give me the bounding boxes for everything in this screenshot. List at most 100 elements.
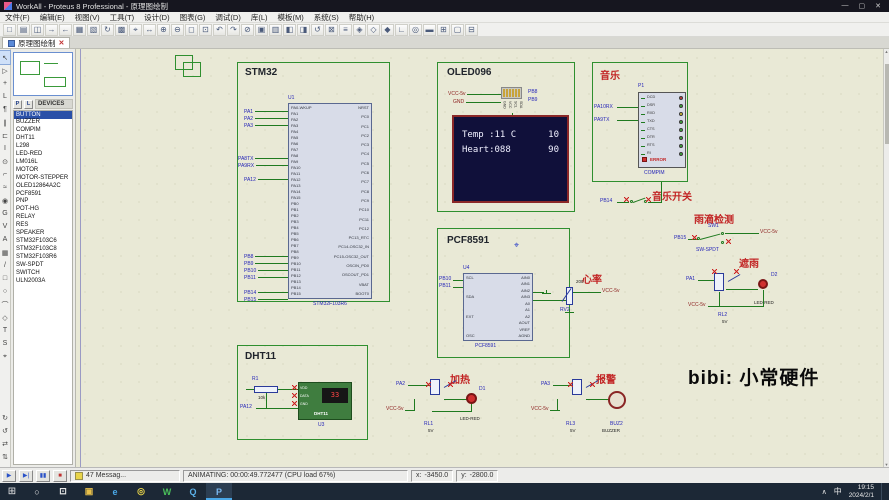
menu-item[interactable]: 调试(D) bbox=[210, 12, 245, 23]
box-2d-tool-icon[interactable]: □ bbox=[0, 272, 10, 285]
device-list-item[interactable]: L298 bbox=[14, 143, 72, 151]
grid-icon[interactable]: ▩ bbox=[115, 24, 128, 36]
task-view-icon[interactable]: ⊡ bbox=[50, 483, 76, 500]
scrollbar-thumb[interactable] bbox=[885, 64, 889, 144]
d2-led[interactable] bbox=[758, 279, 768, 289]
text-script-tool-icon[interactable]: ¶ bbox=[0, 103, 10, 116]
device-list-item[interactable]: BUTTON bbox=[14, 111, 72, 119]
qq-icon[interactable]: Q bbox=[180, 483, 206, 500]
block-copy-icon[interactable]: ◧ bbox=[283, 24, 296, 36]
file-explorer-icon[interactable]: ▣ bbox=[76, 483, 102, 500]
oled-display[interactable]: Temp :11 C10 Heart:08890 bbox=[452, 115, 569, 203]
chrome-browser-icon[interactable]: ◎ bbox=[128, 483, 154, 500]
zoom-area-icon[interactable]: ⊡ bbox=[199, 24, 212, 36]
tab-close-icon[interactable]: ✕ bbox=[59, 39, 65, 47]
copy-icon[interactable]: ▣ bbox=[255, 24, 268, 36]
start-button-icon[interactable]: ⊞ bbox=[0, 483, 24, 500]
rl3-relay[interactable] bbox=[572, 379, 582, 395]
device-list-item[interactable]: PNP bbox=[14, 198, 72, 206]
mark-region-icon[interactable]: ▧ bbox=[87, 24, 100, 36]
paste-icon[interactable]: ▥ bbox=[269, 24, 282, 36]
menu-item[interactable]: 工具(T) bbox=[105, 12, 140, 23]
packaging-icon[interactable]: ◇ bbox=[367, 24, 380, 36]
menu-item[interactable]: 系统(S) bbox=[309, 12, 344, 23]
symbol-2d-tool-icon[interactable]: S bbox=[0, 337, 10, 350]
menu-item[interactable]: 设计(D) bbox=[139, 12, 174, 23]
device-list-item[interactable]: STM32F103C6 bbox=[14, 238, 72, 246]
property-icon[interactable]: ▬ bbox=[423, 24, 436, 36]
block-move-icon[interactable]: ◨ bbox=[297, 24, 310, 36]
menu-item[interactable]: 模板(M) bbox=[273, 12, 309, 23]
schematic-canvas[interactable]: ⌖ STM32 U1 PA0-WKUPPA1PA2PA3PA4PA5PA6PA7… bbox=[76, 49, 883, 467]
circle-2d-tool-icon[interactable]: ○ bbox=[0, 285, 10, 298]
menu-item[interactable]: 图表(G) bbox=[175, 12, 211, 23]
tape-recorder-tool-icon[interactable]: ◉ bbox=[0, 194, 10, 207]
device-list-item[interactable]: SWITCH bbox=[14, 269, 72, 277]
pause-button[interactable]: ▮▮ bbox=[36, 470, 50, 482]
cut-icon[interactable]: ⊘ bbox=[241, 24, 254, 36]
remove-sheet-icon[interactable]: ⊟ bbox=[465, 24, 478, 36]
menu-item[interactable]: 帮助(H) bbox=[344, 12, 379, 23]
save-file-icon[interactable]: ◫ bbox=[31, 24, 44, 36]
device-list-item[interactable]: LM016L bbox=[14, 158, 72, 166]
device-list-item[interactable]: POT-HG bbox=[14, 206, 72, 214]
subcircuit-tool-icon[interactable]: ⊏ bbox=[0, 129, 10, 142]
block-delete-icon[interactable]: ⊠ bbox=[325, 24, 338, 36]
zoom-all-icon[interactable]: ◻ bbox=[185, 24, 198, 36]
instant-edit-tool-icon[interactable]: I bbox=[0, 142, 10, 155]
search-icon[interactable]: ○ bbox=[24, 483, 50, 500]
block-rotate-icon[interactable]: ↺ bbox=[311, 24, 324, 36]
junction-tool-icon[interactable]: + bbox=[0, 77, 10, 90]
play-button[interactable]: ▶ bbox=[2, 470, 16, 482]
mirror-y-icon[interactable]: ⇅ bbox=[0, 450, 10, 463]
export-icon[interactable]: ← bbox=[59, 24, 72, 36]
tray-chevron-icon[interactable]: ∧ bbox=[822, 488, 827, 496]
graph-tool-icon[interactable]: ≈ bbox=[0, 181, 10, 194]
text-2d-tool-icon[interactable]: T bbox=[0, 324, 10, 337]
autorouter-icon[interactable]: ∟ bbox=[395, 24, 408, 36]
rl2-relay[interactable] bbox=[714, 273, 724, 291]
device-list-item[interactable]: RELAY bbox=[14, 214, 72, 222]
stm32-chip[interactable]: PA0-WKUPPA1PA2PA3PA4PA5PA6PA7PA8PA9PA10P… bbox=[288, 103, 372, 299]
menu-item[interactable]: 编辑(E) bbox=[35, 12, 70, 23]
search-tag-icon[interactable]: ◎ bbox=[409, 24, 422, 36]
origin-icon[interactable]: ⌖ bbox=[129, 24, 142, 36]
stop-button[interactable]: ■ bbox=[53, 470, 67, 482]
mirror-x-icon[interactable]: ⇄ bbox=[0, 437, 10, 450]
device-pin-tool-icon[interactable]: ⌐ bbox=[0, 168, 10, 181]
pcf-chip[interactable]: SCLSDAEXTOSC AIN0AIN1AIN2AIN3A0A1A2AOUTV… bbox=[463, 273, 533, 341]
arc-2d-tool-icon[interactable]: ⌒ bbox=[0, 298, 10, 311]
open-file-icon[interactable]: ▤ bbox=[17, 24, 30, 36]
menu-item[interactable]: 文件(F) bbox=[0, 12, 35, 23]
undo-icon[interactable]: ↶ bbox=[213, 24, 226, 36]
pan-icon[interactable]: ↔ bbox=[143, 24, 156, 36]
device-list-item[interactable]: RES bbox=[14, 222, 72, 230]
new-sheet-icon[interactable]: ▢ bbox=[451, 24, 464, 36]
device-list-item[interactable]: STM32F103C8 bbox=[14, 245, 72, 253]
voltage-probe-tool-icon[interactable]: V bbox=[0, 220, 10, 233]
menu-item[interactable]: 库(L) bbox=[246, 12, 273, 23]
library-button[interactable]: L bbox=[24, 100, 33, 109]
tab-schematic[interactable]: 原理图绘制 ✕ bbox=[2, 37, 70, 48]
oled-pin-header[interactable] bbox=[501, 87, 522, 99]
redraw-icon[interactable]: ↻ bbox=[101, 24, 114, 36]
close-button[interactable]: ✕ bbox=[875, 2, 881, 10]
component-tool-icon[interactable]: ▷ bbox=[0, 64, 10, 77]
show-desktop-button[interactable] bbox=[881, 483, 884, 500]
design-explorer-icon[interactable]: ⊞ bbox=[437, 24, 450, 36]
zoom-in-icon[interactable]: ⊕ bbox=[157, 24, 170, 36]
message-log[interactable]: 47 Messag... bbox=[70, 470, 180, 482]
maximize-button[interactable]: ▢ bbox=[859, 2, 866, 10]
instrument-tool-icon[interactable]: ▦ bbox=[0, 246, 10, 259]
bus-tool-icon[interactable]: ∥ bbox=[0, 116, 10, 129]
pick-device-button[interactable]: P bbox=[13, 100, 22, 109]
proteus-icon[interactable]: P bbox=[206, 483, 232, 500]
line-2d-tool-icon[interactable]: / bbox=[0, 259, 10, 272]
new-file-icon[interactable]: □ bbox=[3, 24, 16, 36]
generator-tool-icon[interactable]: G bbox=[0, 207, 10, 220]
r1-resistor[interactable] bbox=[254, 386, 278, 393]
device-list-item[interactable]: PCF8591 bbox=[14, 190, 72, 198]
device-list-item[interactable]: DHT11 bbox=[14, 135, 72, 143]
zoom-out-icon[interactable]: ⊖ bbox=[171, 24, 184, 36]
device-list-item[interactable]: MOTOR bbox=[14, 166, 72, 174]
